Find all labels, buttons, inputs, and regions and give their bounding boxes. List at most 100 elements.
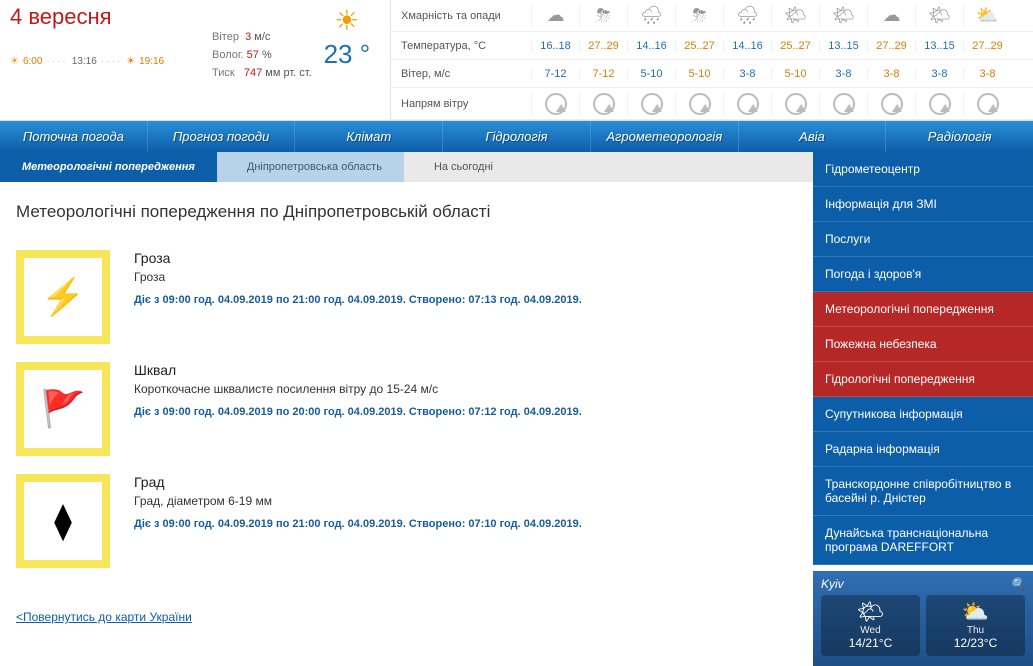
search-icon[interactable]: 🔍 [1010,577,1025,591]
forecast-cell: 3-8 [867,68,915,80]
sunrise-time: 6:00 [23,56,42,67]
forecast-cell: 14..16 [723,40,771,52]
forecast-cell: 27..29 [867,40,915,52]
nav-item[interactable]: Гідрологія [443,121,591,152]
wind-dir-cell [963,93,1011,115]
forecast-cell: 27..29 [963,40,1011,52]
current-date: 4 вересня [10,4,190,30]
side-menu: ГідрометеоцентрІнформація для ЗМІПослуги… [813,152,1033,565]
warning-icon: ⚡ [16,250,110,344]
sunset-icon: ☀ [126,56,135,67]
row-winddir-label: Напрям вітру [391,98,531,110]
wind-dir-cell [627,93,675,115]
forecast-cell: 3-8 [723,68,771,80]
wind-dir-cell [579,93,627,115]
row-temp-label: Температура, °С [391,40,531,52]
warning-icon: ⧫ [16,474,110,568]
nav-item[interactable]: Поточна погода [0,121,148,152]
forecast-cell: 25..27 [771,40,819,52]
forecast-cell: 16..18 [531,40,579,52]
forecast-cell: 5-10 [627,68,675,80]
warning-desc: Гроза [134,270,582,284]
warning-title: Град [134,474,582,490]
wind-dir-cell [675,93,723,115]
wind-value: 3 [245,31,251,43]
forecast-cell: 🌤 [915,5,963,26]
sidebar-item[interactable]: Радарна інформація [813,432,1033,467]
forecast-cell: 7-12 [531,68,579,80]
warning-validity: Діє з 09:00 год. 04.09.2019 по 21:00 год… [134,518,582,530]
nav-item[interactable]: Клімат [295,121,443,152]
sun-times: ☀ 6:00 ···· 13:16 ···· ☀ 19:16 [10,56,190,67]
wind-dir-cell [867,93,915,115]
forecast-cell: ⛅ [963,5,1011,26]
forecast-cell: 13..15 [819,40,867,52]
crumb-region[interactable]: Дніпропетровська область [217,152,404,182]
sidebar-item[interactable]: Інформація для ЗМІ [813,187,1033,222]
forecast-cell: 🌤 [819,5,867,26]
solar-noon-time: 13:16 [72,56,97,67]
wind-dir-cell [819,93,867,115]
sidebar-item[interactable]: Метеорологічні попередження [813,292,1033,327]
warning-icon: 🚩 [16,362,110,456]
humidity-label: Волог. [212,49,244,61]
crumb-today[interactable]: На сьогодні [404,152,515,182]
breadcrumb: Метеорологічні попередження Дніпропетров… [0,152,813,182]
nav-item[interactable]: Агрометеорологія [591,121,739,152]
warning-title: Шквал [134,362,582,378]
nav-item[interactable]: Прогноз погоди [148,121,296,152]
sidebar-item[interactable]: Пожежна небезпека [813,327,1033,362]
forecast-cell: ☁ [867,5,915,26]
forecast-cell: ⛈ [579,5,627,26]
forecast-cell: 3-8 [963,68,1011,80]
pressure-label: Тиск [212,67,235,79]
weather-header: 4 вересня ☀ 6:00 ···· 13:16 ···· ☀ 19:16… [0,0,1033,121]
wind-dir-cell [771,93,819,115]
forecast-cell: 13..15 [915,40,963,52]
sidebar-item[interactable]: Гідрологічні попередження [813,362,1033,397]
wind-label: Вітер [212,31,239,43]
forecast-cell: 25..27 [675,40,723,52]
sunrise-icon: ☀ [10,56,19,67]
nav-item[interactable]: Авіа [739,121,887,152]
warning-item: ⚡ГрозаГрозаДіє з 09:00 год. 04.09.2019 п… [16,250,797,344]
wind-dir-cell [531,93,579,115]
main-nav: Поточна погодаПрогноз погодиКліматГідрол… [0,121,1033,152]
sidebar-item[interactable]: Транскордонне співробітництво в басейні … [813,467,1033,516]
pressure-value: 747 [244,67,262,79]
sidebar-item[interactable]: Гідрометеоцентр [813,152,1033,187]
sidebar-item[interactable]: Дунайська транснаціональна програма DARE… [813,516,1033,565]
nav-item[interactable]: Радіологія [886,121,1033,152]
forecast-table: Хмарність та опади ☁⛈🌧⛈🌧🌤🌤☁🌤⛅ Температур… [390,0,1033,120]
warning-validity: Діє з 09:00 год. 04.09.2019 по 21:00 год… [134,294,582,306]
forecast-cell: 🌧 [723,5,771,26]
sidebar-item[interactable]: Погода і здоров'я [813,257,1033,292]
current-temp: 23 ° [312,39,382,70]
sun-icon: ☀ [312,4,382,37]
wind-dir-cell [723,93,771,115]
wind-dir-cell [915,93,963,115]
forecast-cell: 14..16 [627,40,675,52]
sidebar-item[interactable]: Послуги [813,222,1033,257]
forecast-cell: 3-8 [915,68,963,80]
back-link[interactable]: <Повернутись до карти України [0,606,813,636]
sidebar-item[interactable]: Супутникова інформація [813,397,1033,432]
forecast-cell: 🌧 [627,5,675,26]
humidity-value: 57 [247,49,259,61]
warnings-list: ⚡ГрозаГрозаДіє з 09:00 год. 04.09.2019 п… [0,250,813,606]
page-title: Метеорологічні попередження по Дніпропет… [0,182,813,232]
forecast-cell: 🌤 [771,5,819,26]
row-wind-label: Вітер, м/с [391,68,531,80]
kyiv-day[interactable]: ⛅Thu12/23°C [926,595,1025,656]
forecast-cell: ⛈ [675,5,723,26]
forecast-cell: ☁ [531,5,579,26]
forecast-cell: 27..29 [579,40,627,52]
sunset-time: 19:16 [139,56,164,67]
warning-item: ⧫ГрадГрад, діаметром 6-19 ммДіє з 09:00 … [16,474,797,568]
crumb-warnings[interactable]: Метеорологічні попередження [0,152,217,182]
forecast-cell: 3-8 [819,68,867,80]
warning-validity: Діє з 09:00 год. 04.09.2019 по 20:00 год… [134,406,582,418]
kyiv-day[interactable]: 🌤Wed14/21°C [821,595,920,656]
kyiv-city: Kyiv [821,577,844,591]
forecast-cell: 7-12 [579,68,627,80]
